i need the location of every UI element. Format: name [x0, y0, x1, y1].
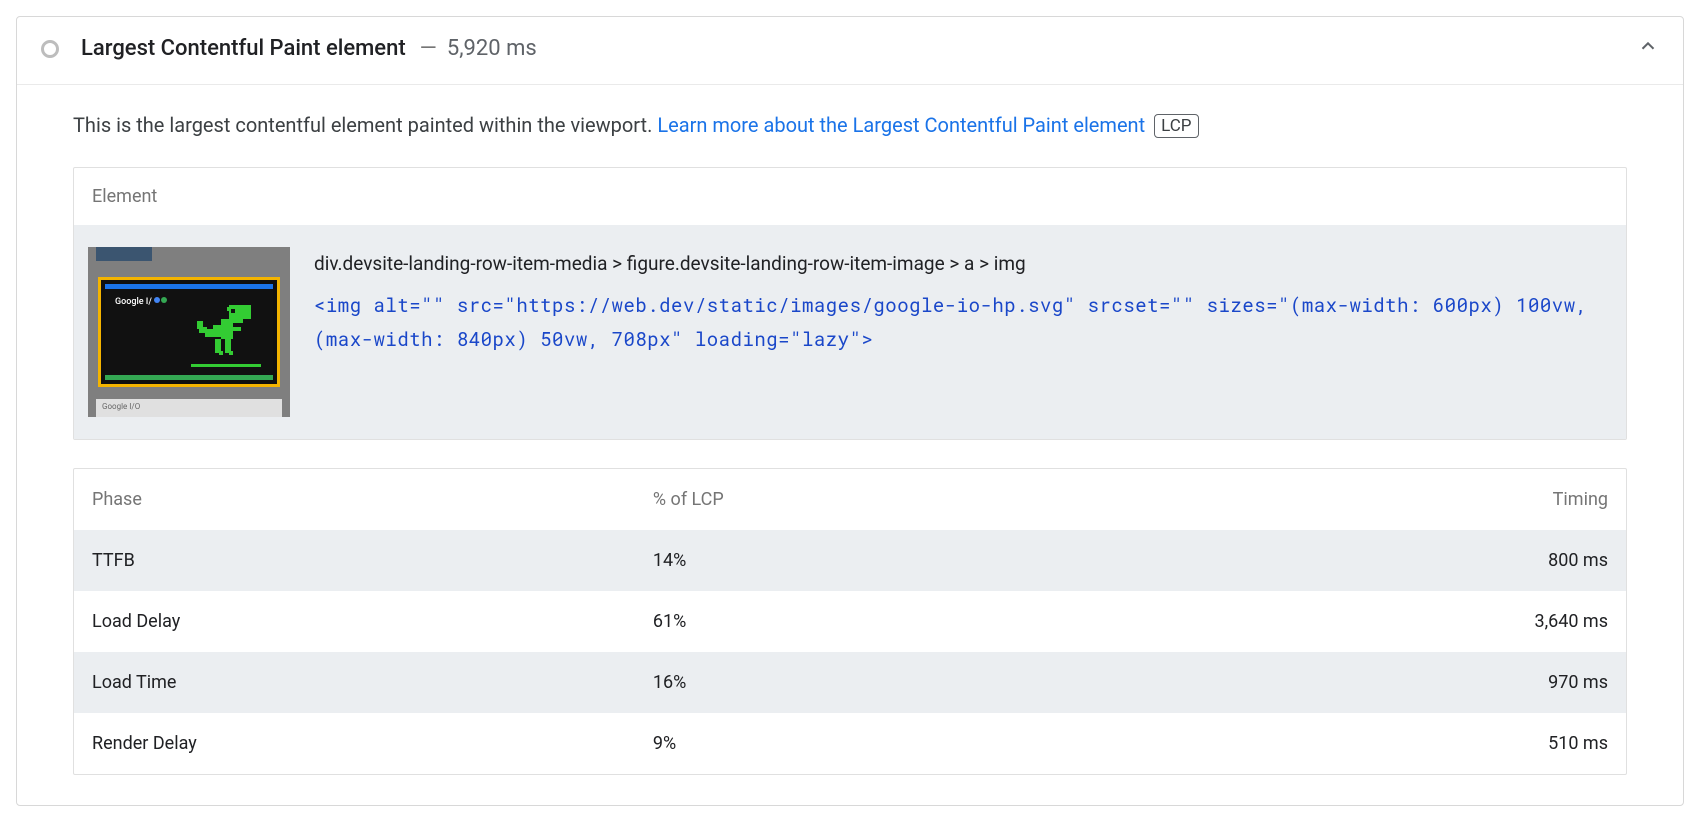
element-section: Element Google I/	[73, 167, 1627, 440]
cell-phase: Load Time	[92, 672, 653, 693]
element-content: Google I/	[74, 225, 1626, 439]
lcp-badge: LCP	[1154, 114, 1198, 138]
element-section-header: Element	[74, 168, 1626, 225]
audit-header[interactable]: Largest Contentful Paint element — 5,920…	[17, 17, 1683, 85]
audit-body: This is the largest contentful element p…	[17, 85, 1683, 805]
col-header-pct: % of LCP	[653, 489, 1229, 510]
cell-phase: Render Delay	[92, 733, 653, 754]
lcp-element-audit: Largest Contentful Paint element — 5,920…	[16, 16, 1684, 806]
thumb-caption: Google I/O	[96, 399, 282, 417]
description-text: This is the largest contentful element p…	[73, 113, 657, 137]
table-row: TTFB 14% 800 ms	[74, 530, 1626, 591]
dino-icon	[193, 299, 257, 367]
audit-separator: —	[420, 36, 437, 61]
cell-phase: Load Delay	[92, 611, 653, 632]
phase-table: Phase % of LCP Timing TTFB 14% 800 ms Lo…	[73, 468, 1627, 775]
col-header-timing: Timing	[1229, 489, 1608, 510]
cell-pct: 16%	[653, 672, 1229, 693]
table-row: Render Delay 9% 510 ms	[74, 713, 1626, 774]
audit-timing-value: 5,920 ms	[447, 36, 537, 61]
cell-time: 510 ms	[1229, 733, 1608, 754]
element-selector: div.devsite-landing-row-item-media > fig…	[314, 247, 1604, 281]
cell-pct: 61%	[653, 611, 1229, 632]
cell-time: 970 ms	[1229, 672, 1608, 693]
phase-table-header: Phase % of LCP Timing	[74, 469, 1626, 530]
element-thumbnail: Google I/	[88, 247, 290, 417]
chevron-up-icon[interactable]	[1637, 35, 1659, 62]
learn-more-link[interactable]: Learn more about the Largest Contentful …	[657, 113, 1145, 137]
cell-pct: 9%	[653, 733, 1229, 754]
cell-time: 800 ms	[1229, 550, 1608, 571]
cell-pct: 14%	[653, 550, 1229, 571]
element-html-snippet: <img alt="" src="https://web.dev/static/…	[314, 289, 1604, 357]
col-header-phase: Phase	[92, 489, 653, 510]
cell-phase: TTFB	[92, 550, 653, 571]
audit-title: Largest Contentful Paint element	[81, 36, 406, 61]
audit-description: This is the largest contentful element p…	[73, 111, 1627, 139]
table-row: Load Delay 61% 3,640 ms	[74, 591, 1626, 652]
element-text-block: div.devsite-landing-row-item-media > fig…	[314, 247, 1604, 417]
thumb-logo: Google I/	[115, 297, 167, 307]
cell-time: 3,640 ms	[1229, 611, 1608, 632]
status-circle-icon	[41, 40, 59, 58]
table-row: Load Time 16% 970 ms	[74, 652, 1626, 713]
